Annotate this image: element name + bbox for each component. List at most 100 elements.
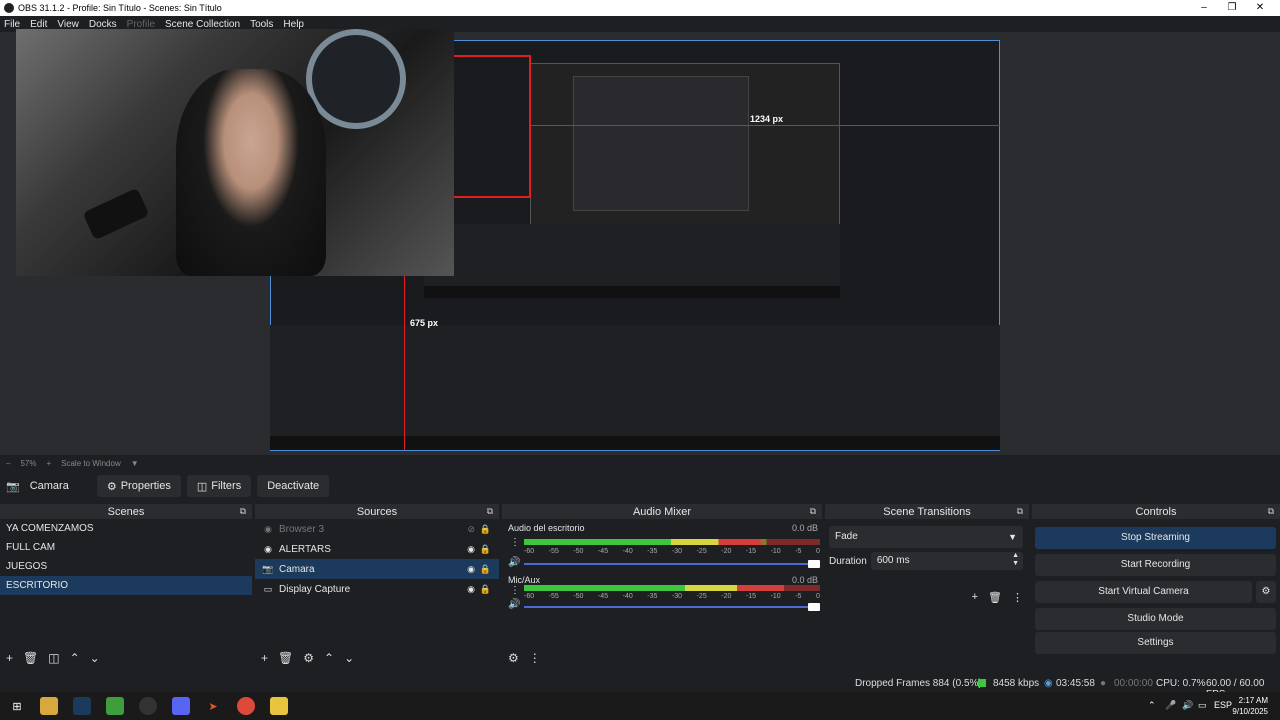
source-item-selected[interactable]: 📷 Camara ◉ 🔒 [255, 559, 499, 579]
more-icon[interactable]: ⋮ [510, 537, 520, 548]
undock-icon[interactable]: ⧉ [1268, 506, 1274, 517]
filter-icon[interactable]: ◫ [48, 651, 59, 665]
language[interactable]: ESP [1214, 700, 1232, 710]
chevron-up-icon[interactable]: ⌃ [1148, 700, 1156, 711]
slider-knob[interactable] [808, 560, 820, 568]
source-label: Browser 3 [279, 523, 325, 535]
tick-label: 0 [815, 548, 820, 555]
menu-edit[interactable]: Edit [30, 19, 47, 30]
clock-time: 2:17 AM [1238, 696, 1268, 705]
properties-button[interactable]: ⚙ Properties [96, 475, 181, 497]
source-item[interactable]: ◉ Browser 3 ⊘ 🔒 [255, 519, 499, 539]
more-icon[interactable]: ⋮ [529, 651, 541, 665]
gear-icon[interactable]: ⚙ [303, 651, 314, 665]
source-item[interactable]: ◉ ALERTARS ◉ 🔒 [255, 539, 499, 559]
audio-mixer-title: Audio Mixer [632, 505, 692, 518]
settings-button[interactable]: Settings [1035, 632, 1276, 654]
undock-icon[interactable]: ⧉ [810, 506, 816, 517]
maximize-button[interactable]: ❐ [1218, 0, 1246, 16]
menu-docks[interactable]: Docks [89, 19, 117, 30]
tick-label: -60 [524, 548, 535, 555]
transition-select[interactable]: Fade ▼ [829, 526, 1023, 548]
scene-item[interactable]: FULL CAM [0, 538, 252, 557]
gear-icon: ⚙ [106, 480, 117, 493]
start-virtual-camera-button[interactable]: Start Virtual Camera [1035, 581, 1252, 603]
studio-mode-button[interactable]: Studio Mode [1035, 608, 1276, 630]
stop-streaming-button[interactable]: Stop Streaming [1035, 527, 1276, 549]
undock-icon[interactable]: ⧉ [240, 506, 246, 517]
zoom-out-button[interactable]: – [6, 459, 10, 468]
steam-icon[interactable] [73, 697, 91, 715]
tick-label: -20 [721, 548, 732, 555]
scene-item[interactable]: JUEGOS [0, 557, 252, 576]
deactivate-label: Deactivate [267, 480, 320, 492]
menu-file[interactable]: File [4, 19, 20, 30]
lock-icon[interactable]: 🔒 [480, 524, 491, 535]
eye-hidden-icon[interactable]: ⊘ [467, 524, 475, 535]
volume-slider[interactable] [524, 560, 820, 568]
close-button[interactable]: ✕ [1246, 0, 1274, 16]
add-icon[interactable]: + [6, 651, 13, 665]
menu-help[interactable]: Help [283, 19, 304, 30]
clock[interactable]: 2:17 AM 9/10/2025 [1232, 695, 1268, 717]
up-icon[interactable]: ⌃ [70, 651, 80, 665]
more-icon[interactable]: ⋮ [510, 585, 520, 596]
up-icon[interactable]: ⌃ [324, 651, 334, 665]
speaker-icon[interactable]: 🔊 [508, 557, 520, 568]
trash-icon[interactable]: 🗑 [988, 591, 1002, 604]
trash-icon[interactable]: 🗑 [278, 651, 293, 665]
selected-source-name: Camara [29, 480, 69, 492]
duration-input[interactable]: 600 ms ▲ ▼ [870, 552, 1023, 570]
windows-start-icon[interactable]: ⊞ [8, 697, 26, 715]
eye-icon[interactable]: ◉ [467, 584, 475, 595]
lock-icon[interactable]: 🔒 [480, 564, 491, 575]
scenes-title: Scenes [107, 505, 145, 518]
spin-icon[interactable]: ▲ ▼ [1012, 552, 1019, 568]
undock-icon[interactable]: ⧉ [487, 506, 493, 517]
minimize-button[interactable]: – [1190, 0, 1218, 16]
slider-knob[interactable] [808, 603, 820, 611]
trash-icon[interactable]: 🗑 [23, 651, 38, 665]
speaker-icon[interactable]: 🔊 [1182, 700, 1193, 711]
deactivate-button[interactable]: Deactivate [257, 475, 330, 497]
filters-button[interactable]: ◫ Filters [186, 475, 252, 497]
channel-db: 0.0 dB [791, 575, 818, 585]
zoom-in-button[interactable]: + [46, 459, 51, 468]
more-icon[interactable]: ⋮ [1012, 591, 1023, 604]
volume-slider[interactable] [524, 603, 820, 611]
scene-item[interactable]: YA COMENZAMOS [0, 519, 252, 538]
discord-icon[interactable] [172, 697, 190, 715]
gear-icon[interactable]: ⚙ [508, 651, 519, 665]
undock-icon[interactable]: ⧉ [1017, 506, 1023, 517]
scene-item-selected[interactable]: ESCRITORIO [0, 576, 252, 595]
obs-icon[interactable] [139, 697, 157, 715]
virtual-camera-settings-button[interactable]: ⚙ [1256, 581, 1276, 603]
add-icon[interactable]: + [261, 651, 268, 665]
scale-dropdown-icon[interactable]: ▼ [131, 459, 139, 468]
eye-icon[interactable]: ◉ [467, 564, 475, 575]
eye-icon[interactable]: ◉ [467, 544, 475, 555]
down-icon[interactable]: ⌄ [90, 651, 100, 665]
menu-scene-collection[interactable]: Scene Collection [165, 19, 240, 30]
network-icon[interactable]: ▭ [1198, 700, 1207, 711]
menu-tools[interactable]: Tools [250, 19, 273, 30]
mic-icon[interactable]: 🎤 [1165, 700, 1176, 711]
globe-icon: ◉ [264, 543, 272, 554]
app-icon[interactable] [270, 697, 288, 715]
source-item[interactable]: ▭ Display Capture ◉ 🔒 [255, 579, 499, 599]
tick-label: -15 [745, 548, 757, 555]
stream-icon: ◉ [1044, 678, 1053, 689]
webcam-source[interactable] [16, 29, 454, 276]
lock-icon[interactable]: 🔒 [480, 584, 491, 595]
add-icon[interactable]: + [972, 591, 978, 604]
lock-icon[interactable]: 🔒 [480, 544, 491, 555]
start-recording-button[interactable]: Start Recording [1035, 554, 1276, 576]
file-explorer-icon[interactable] [40, 697, 58, 715]
filters-label: Filters [211, 480, 242, 492]
menu-view[interactable]: View [57, 19, 79, 30]
chrome-icon[interactable] [237, 697, 255, 715]
arrow-app-icon[interactable]: ➤ [204, 697, 222, 715]
down-icon[interactable]: ⌄ [344, 651, 354, 665]
app-icon[interactable] [106, 697, 124, 715]
speaker-icon[interactable]: 🔊 [508, 599, 520, 610]
